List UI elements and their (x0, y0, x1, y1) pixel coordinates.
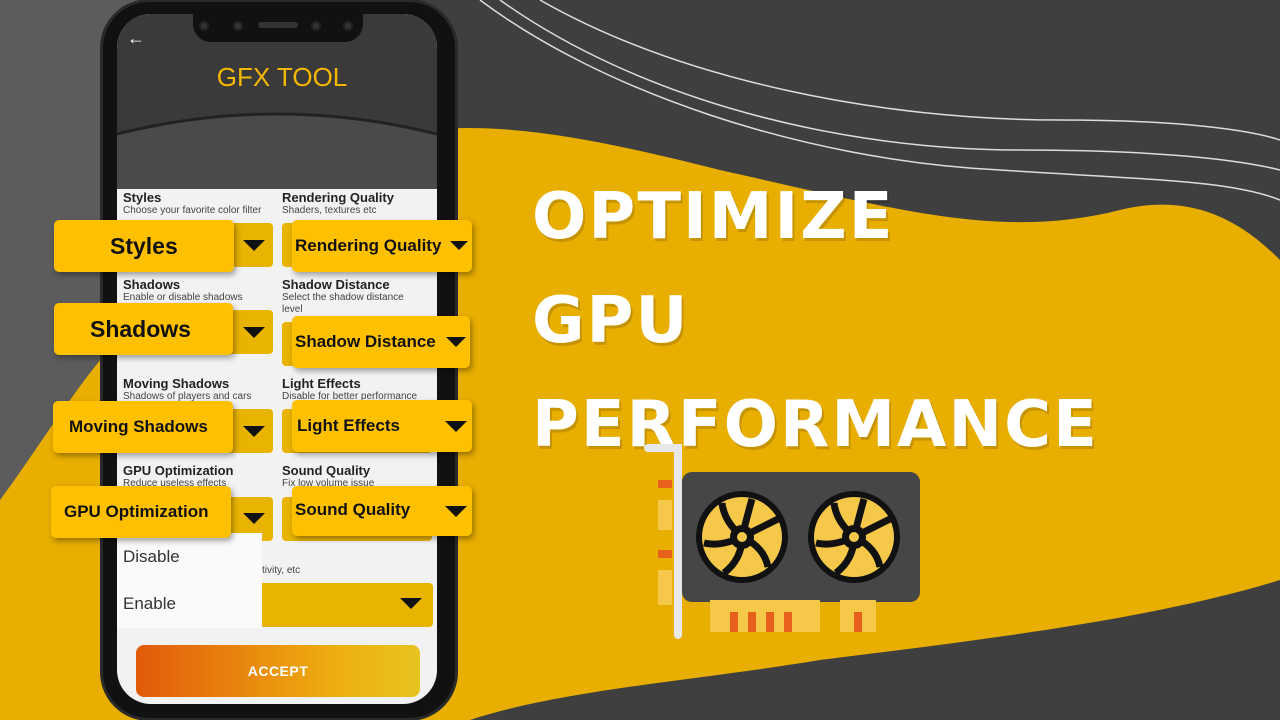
section-moving-shadows: Moving Shadows Shadows of players and car… (123, 376, 283, 403)
section-title: Shadow Distance (282, 277, 390, 292)
headline: OPTIMIZE GPU PERFORMANCE (532, 165, 1099, 477)
phone-notch (193, 8, 363, 42)
label-light-effects: Light Effects (292, 400, 472, 452)
arrow-left-icon[interactable]: ← (127, 28, 145, 49)
label-sound-quality: Sound Quality (292, 486, 472, 536)
caret-down-icon (243, 327, 265, 338)
label-text: GPU Optimization (64, 502, 209, 521)
label-text: Moving Shadows (69, 417, 208, 436)
camera-icon (311, 21, 321, 31)
app-title: GFX TOOL (216, 62, 348, 92)
graphics-card-icon (644, 444, 920, 639)
section-shadow-distance: Shadow Distance Select the shadow distanc… (282, 277, 427, 316)
caret-down-icon (243, 426, 265, 437)
section-title: Sound Quality (282, 463, 371, 478)
section-subtitle-partial: tivity, etc (262, 565, 301, 576)
label-moving-shadows: Moving Shadows (53, 401, 233, 453)
section-shadows: Shadows Enable or disable shadows (123, 277, 283, 304)
label-text: Light Effects (297, 416, 400, 435)
section-title: Rendering Quality (282, 190, 394, 205)
headline-line: OPTIMIZE (532, 180, 895, 254)
caret-down-icon (445, 506, 467, 517)
label-styles: Styles (54, 220, 234, 272)
caret-down-icon (446, 337, 466, 347)
label-rendering: Rendering Quality (292, 220, 472, 272)
section-title: Styles (123, 190, 162, 205)
menu-option-disable[interactable]: Disable (117, 533, 262, 580)
label-text: Sound Quality (295, 500, 411, 519)
accept-button[interactable]: ACCEPT (136, 645, 420, 697)
section-subtitle: Shaders, textures etc (282, 205, 377, 216)
section-title: Light Effects (282, 376, 361, 391)
label-shadow-distance: Shadow Distance (292, 316, 470, 368)
menu-option-enable[interactable]: Enable (117, 580, 262, 627)
section-title: GPU Optimization (123, 463, 234, 478)
sensor-icon (199, 21, 209, 31)
label-text: Styles (110, 232, 178, 259)
headline-line: GPU (532, 284, 690, 358)
label-shadows: Shadows (54, 303, 233, 355)
section-title: Moving Shadows (123, 376, 230, 391)
caret-down-icon (400, 598, 422, 609)
dropdown-menu: Disable Enable (117, 533, 262, 628)
section-subtitle: Choose your favorite color filter (123, 205, 262, 216)
label-text: Shadow Distance (295, 332, 436, 351)
sensor-icon (343, 21, 353, 31)
label-text: Shadows (90, 315, 191, 342)
caret-down-icon (243, 513, 265, 524)
section-subtitle: Select the shadow distance level (282, 292, 404, 315)
section-rendering: Rendering Quality Shaders, textures etc (282, 190, 442, 217)
caret-down-icon (445, 421, 467, 432)
camera-icon (233, 21, 243, 31)
label-gpu-optimization: GPU Optimization (51, 486, 231, 538)
caret-down-icon (243, 240, 265, 251)
section-styles: Styles Choose your favorite color filter (123, 190, 283, 217)
caret-down-icon (450, 241, 468, 250)
speaker-icon (258, 22, 298, 28)
label-text: Rendering Quality (295, 236, 442, 255)
section-light-effects: Light Effects Disable for better performa… (282, 376, 442, 403)
section-title: Shadows (123, 277, 181, 292)
